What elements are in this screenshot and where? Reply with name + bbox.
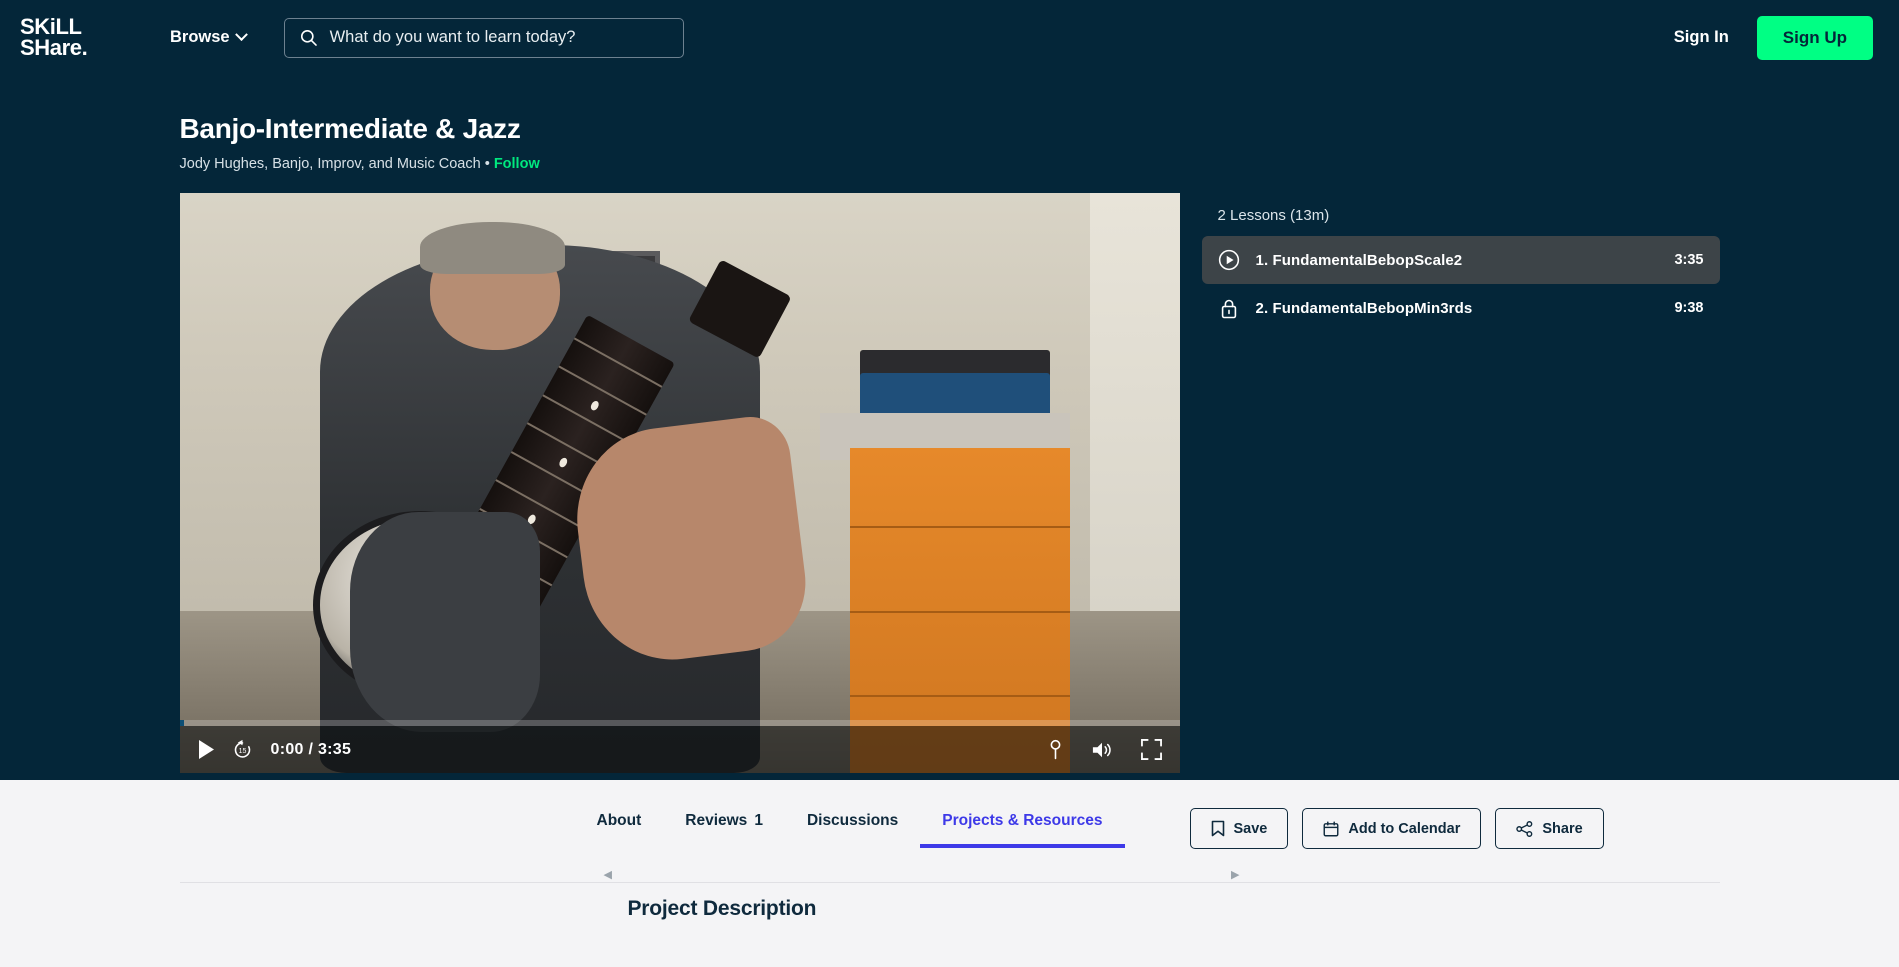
- save-button[interactable]: Save: [1189, 808, 1289, 849]
- search-input[interactable]: What do you want to learn today?: [283, 17, 684, 58]
- skillshare-logo[interactable]: SKiLL SHare.: [16, 16, 128, 60]
- tab-list: About Reviews 1 Discussions Projects & Re…: [575, 802, 1125, 848]
- follow-link[interactable]: Follow: [494, 156, 540, 172]
- video-time-display: 0:00 / 3:35: [270, 740, 352, 758]
- scroll-left-arrow[interactable]: ◀: [604, 869, 612, 881]
- sign-up-button[interactable]: Sign Up: [1756, 15, 1873, 60]
- lessons-summary: 2 Lessons (13m): [1217, 207, 1330, 224]
- tab-count: 1: [754, 812, 763, 829]
- share-icon: [1516, 820, 1533, 837]
- tabs-section: About Reviews 1 Discussions Projects & Re…: [0, 780, 1899, 967]
- play-icon[interactable]: [198, 740, 214, 759]
- course-action-buttons: Save Add to Calendar Share: [1189, 802, 1604, 849]
- course-byline: Jody Hughes, Banjo, Improv, and Music Co…: [180, 156, 1720, 172]
- fullscreen-icon[interactable]: [1140, 739, 1162, 760]
- lock-icon: [1218, 297, 1240, 319]
- tab-reviews[interactable]: Reviews 1: [663, 802, 785, 848]
- sign-in-button[interactable]: Sign In: [1674, 28, 1729, 47]
- tab-discussions[interactable]: Discussions: [785, 802, 920, 848]
- bookmark-icon: [1211, 820, 1224, 837]
- project-description-heading: Project Description: [627, 897, 817, 920]
- site-header: SKiLL SHare. Browse What do you want to …: [0, 0, 1899, 75]
- tabs-scroll-controls: ◀ ▶: [604, 868, 1240, 882]
- play-circle-icon: [1218, 249, 1240, 271]
- scroll-right-arrow[interactable]: ▶: [1231, 869, 1239, 881]
- video-player[interactable]: 15 0:00 / 3:35: [179, 193, 1180, 773]
- browse-menu[interactable]: Browse: [170, 28, 248, 47]
- video-frame-image: [179, 193, 1180, 773]
- page-title: Banjo-Intermediate & Jazz: [179, 113, 521, 144]
- rewind-15-icon[interactable]: 15: [232, 739, 253, 760]
- chevron-down-icon: [234, 28, 248, 42]
- lessons-panel: 2 Lessons (13m) 1. FundamentalBebopScale…: [1201, 193, 1720, 773]
- logo-line-2: SHare.: [20, 34, 88, 60]
- share-label: Share: [1542, 820, 1583, 837]
- tab-about[interactable]: About: [575, 802, 664, 848]
- byline-author: Jody Hughes, Banjo, Improv, and Music Co…: [179, 156, 481, 172]
- lesson-title: 1. FundamentalBebopScale2: [1255, 251, 1463, 269]
- browse-label: Browse: [170, 28, 230, 46]
- video-right-controls: [1048, 739, 1162, 760]
- share-button[interactable]: Share: [1495, 808, 1604, 849]
- video-controls-bar: 15 0:00 / 3:35: [179, 726, 1180, 773]
- tabs-row: About Reviews 1 Discussions Projects & Re…: [179, 780, 1720, 883]
- byline-separator: •: [484, 156, 490, 172]
- course-hero-section: Banjo-Intermediate & Jazz Jody Hughes, B…: [0, 75, 1899, 780]
- tab-label: Reviews: [685, 812, 748, 829]
- calendar-icon: [1323, 820, 1339, 836]
- header-actions: Sign In Sign Up: [1674, 15, 1873, 60]
- lesson-item-1[interactable]: 1. FundamentalBebopScale2 3:35: [1201, 236, 1720, 284]
- add-to-calendar-label: Add to Calendar: [1348, 820, 1461, 837]
- hero-inner: Banjo-Intermediate & Jazz Jody Hughes, B…: [179, 113, 1720, 773]
- lesson-title: 2. FundamentalBebopMin3rds: [1255, 299, 1473, 317]
- svg-text:15: 15: [238, 748, 246, 755]
- lesson-duration: 3:35: [1674, 252, 1704, 268]
- search-placeholder-text: What do you want to learn today?: [329, 28, 576, 46]
- tab-label: Discussions: [806, 812, 899, 829]
- add-to-calendar-button[interactable]: Add to Calendar: [1302, 808, 1482, 849]
- tab-label: Projects & Resources: [942, 812, 1103, 829]
- tabs-divider: [179, 882, 1720, 883]
- tab-projects-and-resources[interactable]: Projects & Resources: [920, 802, 1125, 848]
- player-and-lessons-row: 15 0:00 / 3:35 2 Lessons (13m) 1. Fundam…: [179, 193, 1720, 773]
- tab-label: About: [596, 812, 642, 829]
- pin-icon[interactable]: [1048, 739, 1063, 760]
- lesson-duration: 9:38: [1674, 300, 1704, 316]
- search-icon: [300, 29, 317, 46]
- save-label: Save: [1233, 820, 1268, 837]
- lesson-item-2[interactable]: 2. FundamentalBebopMin3rds 9:38: [1202, 284, 1720, 332]
- volume-icon[interactable]: [1091, 740, 1113, 760]
